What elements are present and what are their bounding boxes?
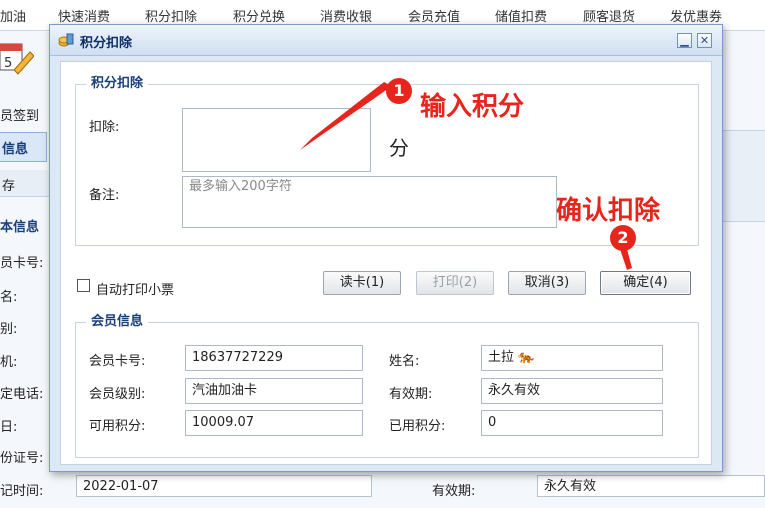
level-field[interactable]: 汽油加油卡 [185, 378, 363, 404]
available-points-label: 可用积分: [89, 419, 146, 434]
available-points-field[interactable]: 10009.07 [185, 410, 363, 436]
auto-print-label: 自动打印小票 [96, 283, 175, 298]
note-input[interactable]: 最多输入200字符 [182, 176, 557, 228]
coins-icon [58, 33, 74, 47]
bg-toolbar: 存 [0, 170, 50, 197]
step-1-badge: 1 [386, 78, 412, 104]
validity-label: 有效期: [389, 387, 433, 402]
bg-label-birthday: 日: [0, 420, 18, 435]
menu-points-exchange[interactable]: 积分兑换 [233, 6, 285, 25]
bg-label-register-time: 记时间: [0, 484, 44, 499]
step-2-annotation: 确认扣除 [556, 196, 661, 226]
menu-points-deduct[interactable]: 积分扣除 [145, 6, 197, 25]
dialog-body: 积分扣除 扣除: 分 备注: 最多输入200字符 自动打印小票 读卡(1) 打印… [60, 61, 712, 465]
used-points-field[interactable]: 0 [481, 410, 663, 436]
bg-label-name: 名: [0, 290, 18, 305]
print-button[interactable]: 打印(2) [416, 271, 494, 295]
deduct-group-legend: 积分扣除 [86, 76, 149, 92]
menu-cashier[interactable]: 消费收银 [320, 6, 372, 25]
close-button[interactable]: ✕ [697, 33, 712, 48]
menu-refuel[interactable]: 加油 [0, 6, 26, 25]
menu-issue-coupon[interactable]: 发优惠券 [670, 6, 722, 25]
bg-save-button[interactable]: 存 [2, 175, 15, 194]
bg-right-panel [720, 130, 765, 222]
menu-quick-consume[interactable]: 快速消费 [58, 6, 110, 25]
card-no-field[interactable]: 18637727229 [185, 345, 363, 371]
svg-text:5: 5 [4, 56, 12, 71]
checkin-label: 员签到 [0, 109, 40, 124]
name-label: 姓名: [389, 354, 420, 369]
bg-label-card: 员卡号: [0, 256, 44, 271]
menu-customer-return[interactable]: 顾客退货 [583, 6, 635, 25]
validity-field[interactable]: 永久有效 [481, 378, 663, 404]
level-label: 会员级别: [89, 387, 146, 402]
note-label: 备注: [89, 188, 120, 203]
read-card-button[interactable]: 读卡(1) [323, 271, 401, 295]
bg-section-title: 本信息 [0, 220, 40, 235]
bg-register-date-field[interactable]: 2022-01-07 [76, 475, 372, 497]
step-1-annotation: 输入积分 [420, 92, 525, 122]
menu-stored-value-deduct[interactable]: 储值扣费 [495, 6, 547, 25]
name-field[interactable]: 土拉 🐅 [481, 345, 663, 371]
menu-member-recharge[interactable]: 会员充值 [408, 6, 460, 25]
bg-label-mobile: 机: [0, 355, 18, 370]
bg-label-gender: 别: [0, 322, 18, 337]
bg-tab-info[interactable]: 信息 [0, 132, 47, 162]
confirm-button[interactable]: 确定(4) [600, 271, 691, 295]
deduct-label: 扣除: [89, 120, 120, 135]
dialog-titlebar[interactable]: 积分扣除 ▁ ✕ [50, 25, 722, 56]
step-2-badge: 2 [610, 225, 636, 251]
card-no-label: 会员卡号: [89, 354, 146, 369]
used-points-label: 已用积分: [389, 419, 446, 434]
bg-label-phone: 定电话: [0, 387, 44, 402]
bg-label-id: 份证号: [0, 451, 44, 466]
deduct-points-input[interactable] [182, 108, 371, 172]
points-unit: 分 [389, 136, 409, 160]
bg-validity-field[interactable]: 永久有效 [537, 475, 765, 497]
dialog-title: 积分扣除 [80, 36, 133, 51]
auto-print-checkbox[interactable] [77, 279, 90, 292]
bg-validity-label: 有效期: [432, 484, 476, 499]
minimize-button[interactable]: ▁ [677, 33, 692, 48]
member-group-legend: 会员信息 [86, 314, 149, 330]
calendar-checkin-icon[interactable]: 5 [0, 40, 34, 100]
cancel-button[interactable]: 取消(3) [508, 271, 586, 295]
